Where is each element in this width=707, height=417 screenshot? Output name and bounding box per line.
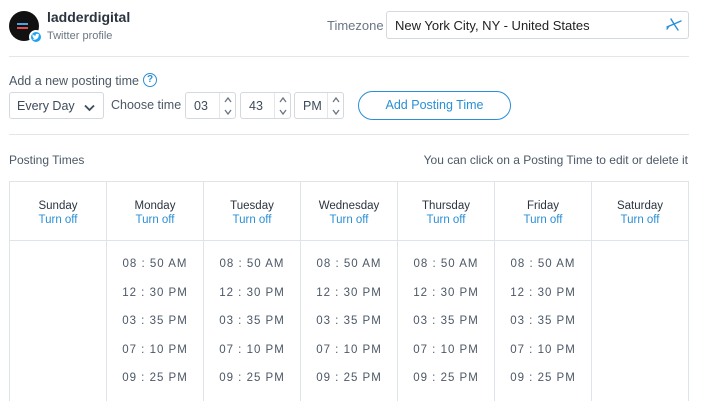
day-column-sunday: Sunday Turn off	[10, 182, 107, 401]
posting-time[interactable]: 09 : 25 PM	[107, 371, 203, 400]
posting-time[interactable]: 07 : 10 PM	[495, 343, 591, 372]
posting-time[interactable]: 07 : 10 PM	[301, 343, 397, 372]
timezone-input[interactable]: New York City, NY - United States	[386, 11, 689, 39]
hour-down-icon[interactable]	[223, 107, 233, 117]
posting-time[interactable]: 09 : 25 PM	[398, 371, 494, 400]
posting-time[interactable]: 03 : 35 PM	[495, 314, 591, 343]
posting-time[interactable]: 08 : 50 AM	[495, 257, 591, 286]
posting-times-title: Posting Times	[9, 153, 85, 167]
help-icon[interactable]: ?	[143, 73, 157, 87]
day-name: Friday	[527, 200, 559, 212]
twitter-icon	[29, 30, 43, 44]
profile-type: Twitter profile	[47, 30, 113, 42]
turn-off-link[interactable]: Turn off	[398, 213, 494, 227]
day-name: Monday	[134, 200, 176, 212]
hour-stepper[interactable]: 03	[185, 92, 236, 119]
posting-time[interactable]: 03 : 35 PM	[398, 314, 494, 343]
turn-off-link[interactable]: Turn off	[107, 213, 203, 227]
posting-time[interactable]: 12 : 30 PM	[398, 286, 494, 315]
turn-off-link[interactable]: Turn off	[10, 213, 106, 227]
choose-time-label: Choose time	[111, 98, 182, 112]
minute-value: 43	[249, 99, 263, 113]
day-column-saturday: Saturday Turn off	[592, 182, 688, 401]
add-posting-time-button[interactable]: Add Posting Time	[358, 91, 511, 120]
posting-schedule-table: Sunday Turn off Monday Turn off 08 : 50 …	[9, 181, 689, 401]
posting-time[interactable]: 12 : 30 PM	[204, 286, 300, 315]
posting-time[interactable]: 03 : 35 PM	[107, 314, 203, 343]
airplane-icon	[666, 18, 682, 35]
chevron-down-icon	[84, 101, 95, 115]
posting-time[interactable]: 07 : 10 PM	[398, 343, 494, 372]
day-name: Tuesday	[230, 200, 274, 212]
posting-time[interactable]: 09 : 25 PM	[301, 371, 397, 400]
turn-off-link[interactable]: Turn off	[301, 213, 397, 227]
ampm-value: PM	[303, 99, 322, 113]
posting-time[interactable]: 09 : 25 PM	[204, 371, 300, 400]
posting-time[interactable]: 12 : 30 PM	[495, 286, 591, 315]
divider	[9, 134, 689, 135]
day-name: Thursday	[422, 200, 470, 212]
day-column-monday: Monday Turn off 08 : 50 AM 12 : 30 PM 03…	[107, 182, 204, 401]
day-column-friday: Friday Turn off 08 : 50 AM 12 : 30 PM 03…	[495, 182, 592, 401]
day-column-wednesday: Wednesday Turn off 08 : 50 AM 12 : 30 PM…	[301, 182, 398, 401]
minute-down-icon[interactable]	[278, 107, 288, 117]
day-column-thursday: Thursday Turn off 08 : 50 AM 12 : 30 PM …	[398, 182, 495, 401]
minute-stepper[interactable]: 43	[240, 92, 291, 119]
day-name: Saturday	[616, 200, 664, 212]
ampm-down-icon[interactable]	[331, 107, 341, 117]
ampm-stepper[interactable]: PM	[294, 92, 344, 119]
turn-off-link[interactable]: Turn off	[204, 213, 300, 227]
day-name: Sunday	[38, 200, 78, 212]
posting-time[interactable]: 12 : 30 PM	[107, 286, 203, 315]
ampm-up-icon[interactable]	[331, 95, 341, 105]
posting-time[interactable]: 03 : 35 PM	[204, 314, 300, 343]
posting-times-hint: You can click on a Posting Time to edit …	[423, 153, 688, 167]
day-name: Wednesday	[318, 200, 380, 212]
timezone-label: Timezone	[327, 18, 384, 33]
posting-time[interactable]: 07 : 10 PM	[107, 343, 203, 372]
profile-header: ladderdigital Twitter profile	[9, 9, 131, 44]
posting-time[interactable]: 07 : 10 PM	[204, 343, 300, 372]
turn-off-link[interactable]: Turn off	[592, 213, 688, 227]
frequency-select[interactable]: Every Day	[9, 92, 104, 119]
minute-up-icon[interactable]	[278, 95, 288, 105]
avatar	[9, 11, 43, 44]
posting-time[interactable]: 08 : 50 AM	[107, 257, 203, 286]
divider	[9, 56, 689, 57]
timezone-value: New York City, NY - United States	[395, 18, 590, 33]
add-posting-time-label: Add a new posting time	[9, 74, 139, 88]
profile-name: ladderdigital	[47, 9, 131, 25]
posting-time[interactable]: 09 : 25 PM	[495, 371, 591, 400]
frequency-value: Every Day	[17, 99, 75, 113]
hour-up-icon[interactable]	[223, 95, 233, 105]
posting-time[interactable]: 03 : 35 PM	[301, 314, 397, 343]
hour-value: 03	[194, 99, 208, 113]
posting-time[interactable]: 08 : 50 AM	[301, 257, 397, 286]
day-column-tuesday: Tuesday Turn off 08 : 50 AM 12 : 30 PM 0…	[204, 182, 301, 401]
turn-off-link[interactable]: Turn off	[495, 213, 591, 227]
posting-time[interactable]: 08 : 50 AM	[204, 257, 300, 286]
posting-time[interactable]: 08 : 50 AM	[398, 257, 494, 286]
posting-time[interactable]: 12 : 30 PM	[301, 286, 397, 315]
